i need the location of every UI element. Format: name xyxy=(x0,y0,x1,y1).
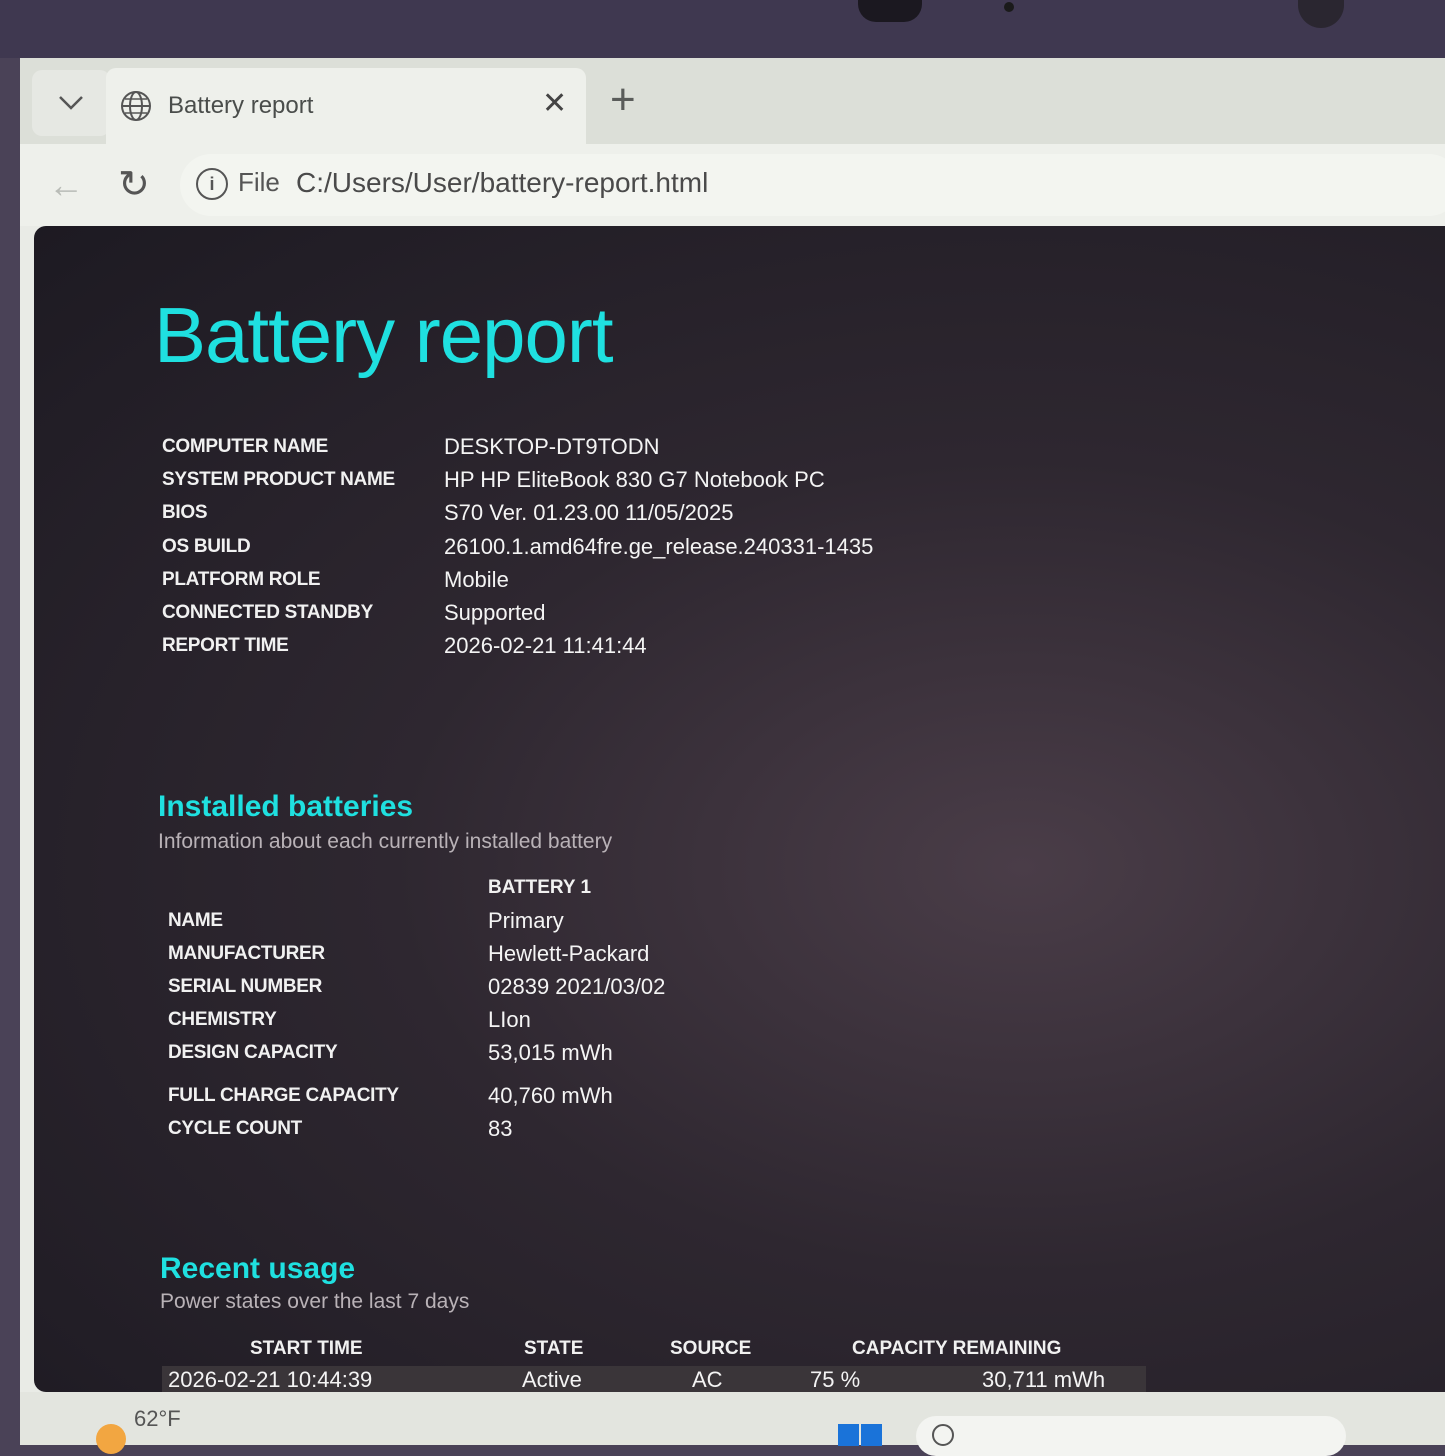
tab-battery-report[interactable]: Battery report ✕ xyxy=(106,68,586,144)
table-row: SERIAL NUMBER 02839 2021/03/02 xyxy=(168,970,665,1003)
table-row: BIOS S70 Ver. 01.23.00 11/05/2025 xyxy=(162,497,873,530)
url-text[interactable]: C:/Users/User/battery-report.html xyxy=(296,167,708,199)
taskbar-search[interactable] xyxy=(916,1416,1346,1456)
info-key: PLATFORM ROLE xyxy=(162,568,321,590)
weather-temp[interactable]: 62°F xyxy=(134,1406,181,1432)
info-key: BIOS xyxy=(162,502,208,524)
battery-key: FULL CHARGE CAPACITY xyxy=(168,1084,399,1106)
battery-key: DESIGN CAPACITY xyxy=(168,1041,338,1063)
weather-icon[interactable] xyxy=(96,1424,126,1454)
info-value: DESKTOP-DT9TODN xyxy=(444,433,660,459)
table-row: MANUFACTURER Hewlett-Packard xyxy=(168,937,665,970)
taskbar: 62°F xyxy=(20,1392,1445,1456)
recent-usage-title: Recent usage xyxy=(160,1252,356,1285)
close-icon[interactable]: ✕ xyxy=(542,86,567,121)
battery-key: CYCLE COUNT xyxy=(168,1117,302,1139)
tab-strip: Battery report ✕ + xyxy=(20,58,1445,144)
plus-icon[interactable]: + xyxy=(610,78,636,122)
battery-value: Hewlett-Packard xyxy=(488,940,650,966)
page-title: Battery report xyxy=(154,291,614,379)
usage-state: Active xyxy=(522,1367,582,1392)
usage-mwh: 30,711 mWh xyxy=(982,1367,1106,1392)
usage-source: AC xyxy=(692,1367,723,1392)
info-value: Mobile xyxy=(444,566,509,592)
camera-shutter xyxy=(858,0,922,22)
table-row: CONNECTED STANDBY Supported xyxy=(162,596,873,629)
battery-value: LIon xyxy=(488,1006,531,1032)
battery-value: 02839 2021/03/02 xyxy=(488,973,666,999)
table-row: SYSTEM PRODUCT NAME HP HP EliteBook 830 G… xyxy=(162,463,873,496)
windows-logo-icon[interactable] xyxy=(838,1424,882,1446)
table-row: COMPUTER NAME DESKTOP-DT9TODN xyxy=(162,430,873,463)
info-key: OS BUILD xyxy=(162,535,251,557)
table-row: DESIGN CAPACITY 53,015 mWh xyxy=(168,1036,665,1069)
laptop-bezel-left xyxy=(0,58,20,1445)
system-info-table: COMPUTER NAME DESKTOP-DT9TODN SYSTEM PROD… xyxy=(162,430,873,663)
empty-header xyxy=(168,872,488,904)
camera-led xyxy=(1004,2,1014,12)
battery-column-header: BATTERY 1 xyxy=(488,877,592,898)
info-icon[interactable]: i xyxy=(196,168,228,200)
usage-header-state: STATE xyxy=(524,1338,584,1359)
info-value: Supported xyxy=(444,600,546,626)
info-value: 2026-02-21 11:41:44 xyxy=(444,633,647,659)
back-arrow-icon[interactable]: ← xyxy=(48,164,84,206)
battery-key: SERIAL NUMBER xyxy=(168,975,323,997)
search-icon xyxy=(932,1424,954,1446)
battery-key: MANUFACTURER xyxy=(168,942,325,964)
table-row: OS BUILD 26100.1.amd64fre.ge_release.2403… xyxy=(162,530,873,563)
battery-value: 53,015 mWh xyxy=(488,1039,613,1065)
chevron-down-icon xyxy=(59,96,83,110)
info-value: HP HP EliteBook 830 G7 Notebook PC xyxy=(444,466,825,492)
usage-header-capacity: CAPACITY REMAINING xyxy=(852,1338,1062,1359)
usage-start-time: 2026-02-21 10:44:39 xyxy=(168,1367,373,1392)
battery-key: CHEMISTRY xyxy=(168,1008,277,1030)
info-value: S70 Ver. 01.23.00 11/05/2025 xyxy=(444,500,734,526)
installed-batteries-title: Installed batteries xyxy=(158,790,414,823)
info-key: REPORT TIME xyxy=(162,635,289,657)
battery-value: 83 xyxy=(488,1115,513,1141)
info-key: COMPUTER NAME xyxy=(162,435,329,457)
installed-batteries-subtitle: Information about each currently install… xyxy=(158,830,613,853)
table-row: CYCLE COUNT 83 xyxy=(168,1112,665,1145)
laptop-bezel-top xyxy=(0,0,1445,58)
tab-title: Battery report xyxy=(168,92,314,119)
battery-table: BATTERY 1 NAME Primary MANUFACTURER Hewlet… xyxy=(168,872,665,1145)
usage-percent: 75 % xyxy=(810,1367,861,1392)
table-row: FULL CHARGE CAPACITY 40,760 mWh xyxy=(168,1069,665,1112)
ir-sensor xyxy=(1298,0,1344,28)
reload-icon[interactable]: ↻ xyxy=(118,162,150,207)
table-row: PLATFORM ROLE Mobile xyxy=(162,563,873,596)
battery-value: Primary xyxy=(488,907,564,933)
page-content: Battery report COMPUTER NAME DESKTOP-DT9T… xyxy=(34,226,1445,1394)
tab-list-button[interactable] xyxy=(32,70,110,136)
url-scheme: File xyxy=(238,167,280,197)
battery-value: 40,760 mWh xyxy=(488,1082,613,1108)
address-bar-row: ← ↻ i File C:/Users/User/battery-report.… xyxy=(20,144,1445,226)
usage-header-source: SOURCE xyxy=(670,1338,752,1359)
table-row: CHEMISTRY LIon xyxy=(168,1003,665,1036)
url-field[interactable]: i File C:/Users/User/battery-report.html xyxy=(180,154,1445,216)
recent-usage-subtitle: Power states over the last 7 days xyxy=(160,1290,470,1313)
info-key: CONNECTED STANDBY xyxy=(162,602,373,624)
battery-key: NAME xyxy=(168,909,223,931)
table-row: REPORT TIME 2026-02-21 11:41:44 xyxy=(162,630,873,663)
table-header-row: BATTERY 1 xyxy=(168,872,665,904)
usage-header-start-time: START TIME xyxy=(250,1338,363,1359)
browser-window: Battery report ✕ + ← ↻ i File C:/Users/U… xyxy=(20,58,1445,1445)
globe-icon xyxy=(121,91,151,121)
table-row: NAME Primary xyxy=(168,904,665,937)
info-value: 26100.1.amd64fre.ge_release.240331-1435 xyxy=(444,533,874,559)
info-key: SYSTEM PRODUCT NAME xyxy=(162,468,395,490)
